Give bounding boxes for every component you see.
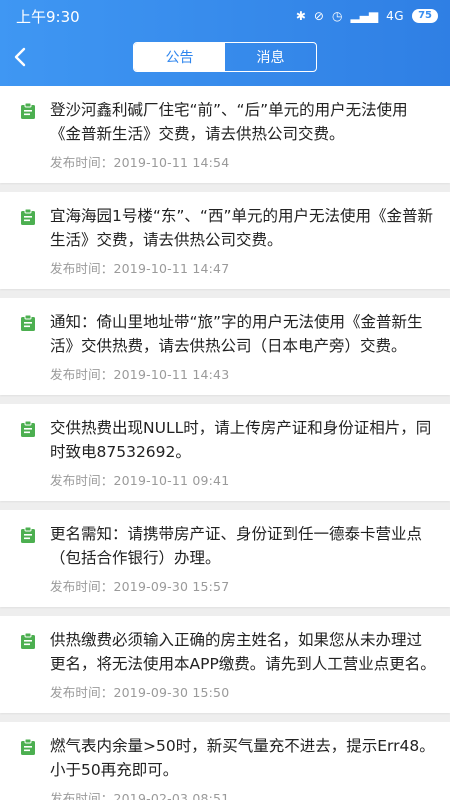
clipboard-icon [20,208,36,226]
notice-text: 登沙河鑫利碱厂住宅“前”、“后”单元的用户无法使用《金普新生活》交费，请去供热公… [50,101,408,143]
notice-card[interactable]: 供热缴费必须输入正确的房主姓名，如果您从未办理过更名，将无法使用本APP缴费。请… [0,616,450,713]
notice-time: 发布时间：2019-10-11 14:43 [50,367,230,382]
tab-announcements[interactable]: 公告 [134,43,225,71]
notice-row: 更名需知：请携带房产证、身份证到任一德泰卡营业点（包括合作银行）办理。 [20,522,436,570]
notice-card[interactable]: 通知：倚山里地址带“旅”字的用户无法使用《金普新生活》交供热费，请去供热公司（日… [0,298,450,395]
chevron-left-icon [14,47,26,67]
notice-text: 通知：倚山里地址带“旅”字的用户无法使用《金普新生活》交供热费，请去供热公司（日… [50,313,423,355]
notice-row: 登沙河鑫利碱厂住宅“前”、“后”单元的用户无法使用《金普新生活》交费，请去供热公… [20,98,436,146]
status-bar: 上午9:30 ✱ ⊘ ◷ ▂▄▆ 4G 75 [0,0,450,32]
notice-text: 燃气表内余量>50时，新买气量充不进去，提示Err48。小于50再充即可。 [50,737,435,779]
notice-text: 更名需知：请携带房产证、身份证到任一德泰卡营业点（包括合作银行）办理。 [50,525,423,567]
notice-row: 供热缴费必须输入正确的房主姓名，如果您从未办理过更名，将无法使用本APP缴费。请… [20,628,436,676]
clipboard-icon [20,102,36,120]
notice-card[interactable]: 燃气表内余量>50时，新买气量充不进去，提示Err48。小于50再充即可。发布时… [0,722,450,800]
mute-icon: ⊘ [313,9,324,23]
notice-card[interactable]: 登沙河鑫利碱厂住宅“前”、“后”单元的用户无法使用《金普新生活》交费，请去供热公… [0,86,450,183]
notice-text: 宜海海园1号楼“东”、“西”单元的用户无法使用《金普新生活》交费，请去供热公司交… [50,207,433,249]
clipboard-icon [20,526,36,544]
notice-text: 交供热费出现NULL时，请上传房产证和身份证相片，同时致电87532692。 [50,419,432,461]
notice-text: 供热缴费必须输入正确的房主姓名，如果您从未办理过更名，将无法使用本APP缴费。请… [50,631,436,673]
network-type: 4G [386,9,405,23]
notice-time: 发布时间：2019-09-30 15:57 [50,579,230,594]
notice-list: 登沙河鑫利碱厂住宅“前”、“后”单元的用户无法使用《金普新生活》交费，请去供热公… [0,86,450,800]
notice-row: 通知：倚山里地址带“旅”字的用户无法使用《金普新生活》交供热费，请去供热公司（日… [20,310,436,358]
battery-level: 75 [412,9,438,23]
clipboard-icon [20,314,36,332]
signal-icon: ▂▄▆ [350,9,379,23]
alarm-icon: ◷ [331,9,343,23]
segmented-control: 公告 消息 [133,42,317,72]
notice-time: 发布时间：2019-02-03 08:51 [50,791,230,800]
notice-time: 发布时间：2019-09-30 15:50 [50,685,230,700]
notice-time: 发布时间：2019-10-11 09:41 [50,473,230,488]
clipboard-icon [20,632,36,650]
tab-messages[interactable]: 消息 [225,43,316,71]
notice-time: 发布时间：2019-10-11 14:54 [50,155,230,170]
notice-time: 发布时间：2019-10-11 14:47 [50,261,230,276]
status-icons: ✱ ⊘ ◷ ▂▄▆ 4G 75 [296,9,438,23]
clipboard-icon [20,420,36,438]
notice-card[interactable]: 宜海海园1号楼“东”、“西”单元的用户无法使用《金普新生活》交费，请去供热公司交… [0,192,450,289]
notice-row: 交供热费出现NULL时，请上传房产证和身份证相片，同时致电87532692。 [20,416,436,464]
notice-row: 燃气表内余量>50时，新买气量充不进去，提示Err48。小于50再充即可。 [20,734,436,782]
notice-row: 宜海海园1号楼“东”、“西”单元的用户无法使用《金普新生活》交费，请去供热公司交… [20,204,436,252]
notice-card[interactable]: 交供热费出现NULL时，请上传房产证和身份证相片，同时致电87532692。发布… [0,404,450,501]
clipboard-icon [20,738,36,756]
status-time: 上午9:30 [16,7,80,26]
notice-card[interactable]: 更名需知：请携带房产证、身份证到任一德泰卡营业点（包括合作银行）办理。发布时间：… [0,510,450,607]
back-button[interactable] [6,42,36,72]
bluetooth-icon: ✱ [295,9,306,23]
